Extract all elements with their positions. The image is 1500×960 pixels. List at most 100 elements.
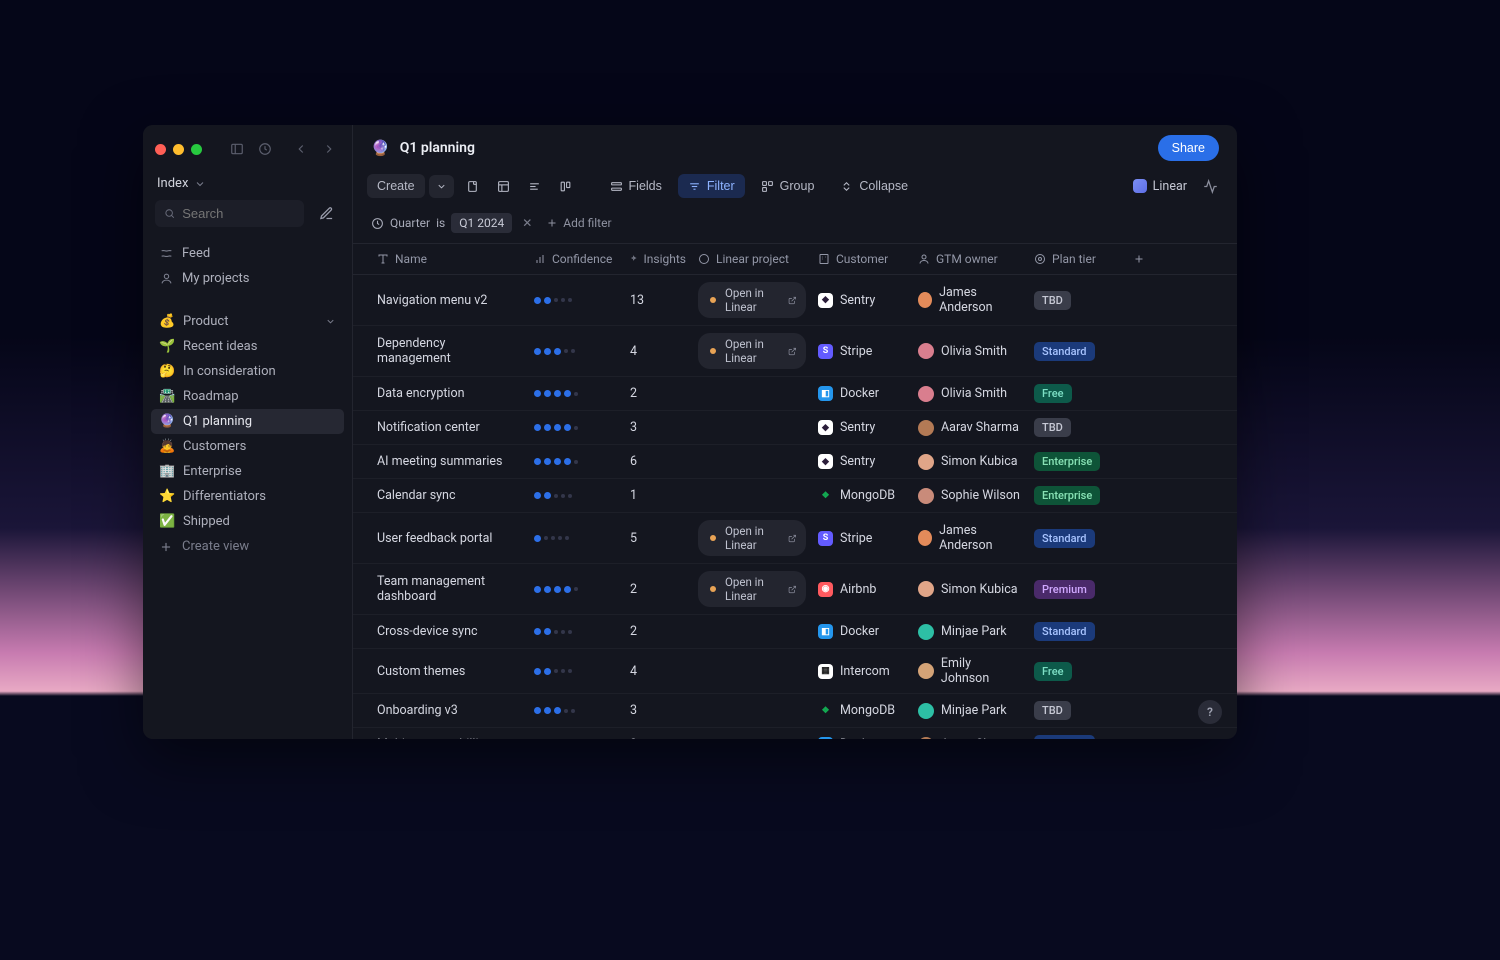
column-header-customer[interactable]: Customer [812, 244, 912, 274]
avatar [918, 624, 934, 640]
table-row[interactable]: Navigation menu v2 13 Open in Linear ◆Se… [353, 275, 1237, 326]
cell-insights: 3 [624, 413, 692, 442]
table-row[interactable]: Team management dashboard 2 Open in Line… [353, 564, 1237, 615]
nav-back-icon[interactable] [290, 138, 312, 160]
share-button[interactable]: Share [1158, 135, 1219, 161]
sidebar-item-differentiators[interactable]: ⭐Differentiators [151, 484, 344, 509]
columns-icon [559, 180, 572, 193]
plan-badge: Enterprise [1034, 486, 1100, 505]
column-header-linear[interactable]: Linear project [692, 244, 812, 274]
view-compact-button[interactable] [522, 175, 547, 198]
table-row[interactable]: Cross-device sync 2 ◧Docker Minjae Park … [353, 615, 1237, 649]
active-filter-chip[interactable]: Quarter is Q1 2024 ✕ [371, 213, 536, 233]
owner-name: Sophie Wilson [941, 488, 1020, 503]
chevron-down-icon [194, 178, 206, 190]
cell-customer: ◆Sentry [812, 447, 912, 476]
traffic-lights[interactable] [155, 144, 202, 155]
cell-insights: 2 [624, 617, 692, 646]
emoji-icon: 🏢 [159, 464, 174, 479]
sidebar-item-product[interactable]: 💰 Product [151, 309, 344, 334]
table-row[interactable]: Data encryption 2 ◧Docker Olivia Smith F… [353, 377, 1237, 411]
cell-linear [692, 738, 812, 740]
owner-name: Olivia Smith [941, 386, 1007, 401]
open-linear-button[interactable]: Open in Linear [698, 333, 806, 369]
panel-toggle-icon[interactable] [226, 138, 248, 160]
open-linear-button[interactable]: Open in Linear [698, 282, 806, 318]
cell-plan: TBD [1028, 284, 1124, 317]
sidebar-item-customers[interactable]: 🙇Customers [151, 434, 344, 459]
customer-name: Docker [840, 386, 879, 401]
compose-button[interactable] [312, 199, 340, 227]
view-board-button[interactable] [553, 175, 578, 198]
customer-name: Sentry [840, 420, 875, 435]
view-list-button[interactable] [460, 175, 485, 198]
sidebar-item-in-consideration[interactable]: 🤔In consideration [151, 359, 344, 384]
column-header-owner[interactable]: GTM owner [912, 244, 1028, 274]
sidebar-item-label: Q1 planning [183, 414, 252, 429]
filter-value: Q1 2024 [451, 213, 512, 233]
cell-confidence [528, 451, 624, 472]
view-table-button[interactable] [491, 175, 516, 198]
create-view-button[interactable]: Create view [151, 534, 344, 559]
sidebar-item-q1-planning[interactable]: 🔮Q1 planning [151, 409, 344, 434]
activity-button[interactable] [1197, 173, 1223, 199]
help-button[interactable]: ? [1198, 700, 1222, 724]
cell-owner: Aarav Sharma [912, 413, 1028, 443]
customer-logo-icon: ❖ [818, 488, 833, 503]
cell-linear [692, 387, 812, 401]
cell-customer: ◧Docker [812, 617, 912, 646]
column-header-confidence[interactable]: Confidence [528, 244, 624, 274]
cell-plan: Free [1028, 377, 1124, 410]
table-row[interactable]: Custom themes 4 ▦Intercom Emily Johnson … [353, 649, 1237, 694]
linear-icon [707, 583, 719, 595]
create-button[interactable]: Create [367, 174, 425, 198]
collapse-button[interactable]: Collapse [830, 174, 918, 198]
sidebar-item-feed[interactable]: Feed [151, 241, 344, 266]
sidebar-item-enterprise[interactable]: 🏢Enterprise [151, 459, 344, 484]
table-row[interactable]: Multi-currency billing 2 ◧Docker Aarav S… [353, 728, 1237, 739]
group-button[interactable]: Group [751, 174, 825, 198]
column-header-name[interactable]: Name [371, 244, 528, 274]
table-row[interactable]: Calendar sync 1 ❖MongoDB Sophie Wilson E… [353, 479, 1237, 513]
linear-integration-badge[interactable]: Linear [1133, 179, 1187, 194]
cell-insights: 5 [624, 524, 692, 553]
add-filter-button[interactable]: Add filter [546, 216, 611, 230]
linear-icon [698, 253, 710, 265]
fields-button[interactable]: Fields [600, 174, 672, 198]
cell-confidence [528, 383, 624, 404]
sidebar-item-recent-ideas[interactable]: 🌱Recent ideas [151, 334, 344, 359]
sidebar-item-shipped[interactable]: ✅Shipped [151, 509, 344, 534]
cell-name: Notification center [371, 413, 528, 442]
nav-forward-icon[interactable] [318, 138, 340, 160]
open-linear-button[interactable]: Open in Linear [698, 571, 806, 607]
sidebar-item-roadmap[interactable]: 🛣️Roadmap [151, 384, 344, 409]
history-icon[interactable] [254, 138, 276, 160]
open-linear-button[interactable]: Open in Linear [698, 520, 806, 556]
sidebar-item-my-projects[interactable]: My projects [151, 266, 344, 291]
page-header: 🔮 Q1 planning Share [353, 125, 1237, 169]
column-header-plan[interactable]: Plan tier [1028, 244, 1124, 274]
cell-linear: Open in Linear [692, 564, 812, 614]
plan-badge: Enterprise [1034, 452, 1100, 471]
sidebar-item-label: In consideration [183, 364, 276, 379]
filter-op: is [436, 216, 445, 230]
chevron-down-icon [436, 181, 447, 192]
filter-button[interactable]: Filter [678, 174, 745, 198]
table-row[interactable]: Onboarding v3 3 ❖MongoDB Minjae Park TBD [353, 694, 1237, 728]
table-row[interactable]: User feedback portal 5 Open in Linear SS… [353, 513, 1237, 564]
cell-name: Calendar sync [371, 481, 528, 510]
plan-badge: Free [1034, 662, 1072, 681]
table-row[interactable]: AI meeting summaries 6 ◆Sentry Simon Kub… [353, 445, 1237, 479]
column-header-insights[interactable]: Insights [624, 244, 692, 274]
table-row[interactable]: Notification center 3 ◆Sentry Aarav Shar… [353, 411, 1237, 445]
create-dropdown-button[interactable] [429, 175, 454, 198]
search-input[interactable] [155, 200, 304, 227]
add-column-button[interactable] [1124, 244, 1154, 274]
table-row[interactable]: Dependency management 4 Open in Linear S… [353, 326, 1237, 377]
external-link-icon [788, 346, 797, 357]
filter-clear-button[interactable]: ✕ [518, 216, 536, 230]
cell-name: Cross-device sync [371, 617, 528, 646]
cell-insights: 13 [624, 286, 692, 315]
workspace-switcher[interactable]: Index [143, 170, 352, 199]
text-icon [377, 253, 389, 265]
